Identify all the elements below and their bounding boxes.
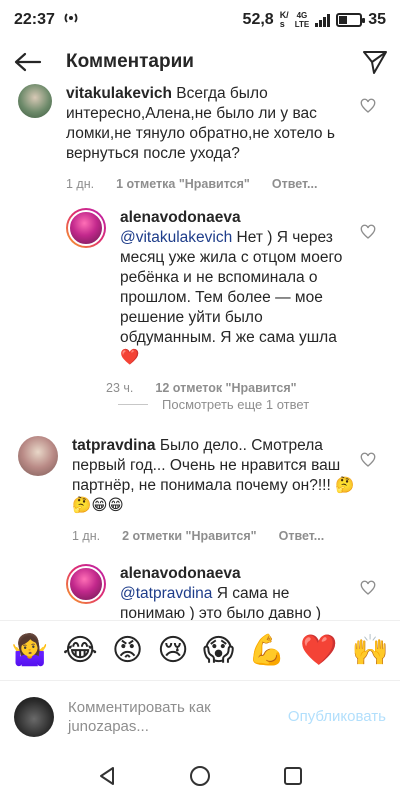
system-nav-bar [0, 752, 400, 800]
comments-list: vitakulakevich Всегда было интересно,Але… [0, 84, 400, 620]
comment-composer: Комментировать как junozapas... Опублико… [0, 680, 400, 752]
comment-likes[interactable]: 2 отметки "Нравится" [122, 526, 256, 546]
nav-recents-button[interactable] [275, 758, 311, 794]
reply-button[interactable]: Ответ... [279, 526, 325, 546]
avatar[interactable] [66, 208, 106, 248]
battery-icon [336, 13, 366, 27]
reply-button[interactable]: Ответ... [272, 174, 318, 194]
emoji-screaming[interactable]: 😱 [203, 633, 234, 668]
like-heart-icon[interactable] [360, 452, 376, 468]
status-time: 22:37 [14, 11, 55, 28]
avatar[interactable] [18, 84, 52, 118]
circle-home-icon [189, 766, 210, 786]
reply-item: alenavodonaeva @tatpravdina Я сама не по… [66, 564, 356, 620]
comment-item: tatpravdina Было дело.. Смотрела первый … [18, 436, 358, 546]
emoji-tears-of-joy[interactable]: 😂 [63, 633, 98, 668]
network-type: 4G LTE [294, 11, 310, 29]
comment-mention[interactable]: @vitakulakevich [120, 229, 232, 246]
emoji-flexed-biceps[interactable]: 💪 [248, 633, 285, 668]
arrow-left-icon [14, 52, 42, 72]
publish-button[interactable]: Опубликовать [288, 708, 386, 725]
paper-plane-icon [363, 51, 387, 74]
comment-time: 1 дн. [66, 177, 95, 191]
comment-text: alenavodonaeva @tatpravdina Я сама не по… [120, 565, 322, 620]
like-heart-icon[interactable] [360, 98, 376, 114]
emoji-crying[interactable]: 😢 [157, 633, 188, 668]
reply-item: alenavodonaeva @vitakulakevich Нет ) Я ч… [66, 208, 356, 398]
comment-text: tatpravdina Было дело.. Смотрела первый … [72, 437, 355, 514]
avatar[interactable] [66, 564, 106, 604]
network-speed: 52,8 [242, 11, 274, 28]
signal-icon [315, 13, 331, 27]
emoji-shrug[interactable]: 🤷‍♀️ [11, 633, 48, 668]
network-speed-unit: K/s [279, 10, 289, 29]
triangle-back-icon [99, 767, 114, 785]
emoji-angry[interactable]: 😡 [112, 633, 143, 668]
current-user-avatar [14, 696, 54, 737]
comment-text: vitakulakevich Всегда было интересно,Але… [66, 85, 335, 162]
emoji-quick-bar: 🤷‍♀️ 😂 😡 😢 😱 💪 ❤️ 🙌 [0, 620, 400, 680]
back-button[interactable] [0, 40, 56, 84]
share-button[interactable] [350, 40, 400, 84]
comment-text: alenavodonaeva @vitakulakevich Нет ) Я ч… [120, 209, 343, 366]
view-more-replies[interactable]: Посмотреть еще 1 ответ [118, 397, 309, 412]
comment-username[interactable]: alenavodonaeva [120, 209, 241, 226]
comment-likes[interactable]: 12 отметок "Нравится" [155, 378, 296, 398]
like-heart-icon[interactable] [360, 224, 376, 240]
comment-username[interactable]: tatpravdina [72, 437, 156, 454]
square-recents-icon [284, 767, 303, 785]
comment-input[interactable]: Комментировать как junozapas... [68, 698, 268, 736]
comment-item: vitakulakevich Всегда было интересно,Але… [18, 84, 358, 194]
like-heart-icon[interactable] [360, 580, 376, 596]
comment-likes[interactable]: 1 отметка "Нравится" [116, 174, 250, 194]
app-header: Комментарии [0, 40, 400, 84]
nav-back-button[interactable] [89, 758, 125, 794]
comment-mention[interactable]: @tatpravdina [120, 585, 212, 602]
comment-time: 23 ч. [106, 381, 134, 395]
page-title: Комментарии [66, 51, 194, 72]
comment-username[interactable]: vitakulakevich [66, 85, 172, 102]
nav-home-button[interactable] [182, 758, 218, 794]
comment-time: 1 дн. [72, 529, 101, 543]
status-bar: 22:37 52,8 K/s 4G LTE 35 [0, 0, 400, 40]
emoji-red-heart[interactable]: ❤️ [300, 633, 337, 668]
battery-level: 35 [368, 11, 386, 28]
avatar[interactable] [18, 436, 58, 476]
comment-username[interactable]: alenavodonaeva [120, 565, 241, 582]
emoji-raising-hands[interactable]: 🙌 [352, 633, 389, 668]
hotspot-icon [63, 10, 79, 31]
